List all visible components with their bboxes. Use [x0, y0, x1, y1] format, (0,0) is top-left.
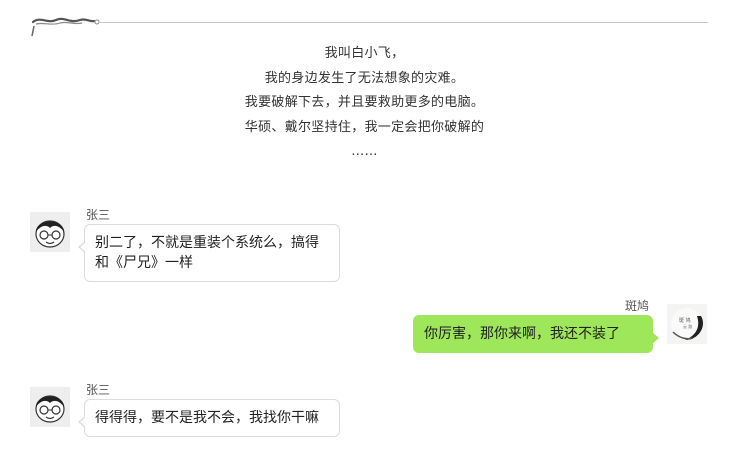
- ink-moon-avatar[interactable]: 斑 鸠 云 路: [667, 304, 707, 344]
- sender-name: 张三: [86, 383, 111, 397]
- ink-ornament-icon: [30, 12, 100, 40]
- outgoing-message-bubble[interactable]: 你厉害，那你来啊，我还不装了: [413, 315, 659, 353]
- sender-name: 斑鸠: [625, 299, 650, 313]
- intro-line: 我叫白小飞，: [324, 46, 405, 61]
- cartoon-boy-avatar[interactable]: [30, 387, 70, 427]
- incoming-message-bubble[interactable]: 得得得，要不是我不会，我找你干嘛: [78, 399, 340, 437]
- sender-name: 张三: [86, 208, 111, 222]
- svg-text:云 路: 云 路: [683, 323, 692, 329]
- incoming-message-bubble[interactable]: 别二了，不就是重装个系统么，搞得和《尸兄》一样: [78, 224, 340, 282]
- header-divider: [100, 22, 708, 23]
- chat-page: 我叫白小飞， 我的身边发生了无法想象的灾难。 我要破解下去，并且要救助更多的电脑…: [0, 0, 729, 469]
- intro-line: 我要破解下去，并且要救助更多的电脑。: [244, 95, 485, 110]
- intro-line: 我的身边发生了无法想象的灾难。: [264, 70, 465, 86]
- cartoon-boy-avatar[interactable]: [30, 212, 70, 252]
- intro-line: ……: [351, 144, 378, 159]
- svg-text:斑 鸠: 斑 鸠: [679, 317, 691, 324]
- intro-line: 华硕、戴尔坚持住，我一定会把你破解的: [244, 119, 485, 135]
- story-intro: 我叫白小飞， 我的身边发生了无法想象的灾难。 我要破解下去，并且要救助更多的电脑…: [0, 42, 729, 165]
